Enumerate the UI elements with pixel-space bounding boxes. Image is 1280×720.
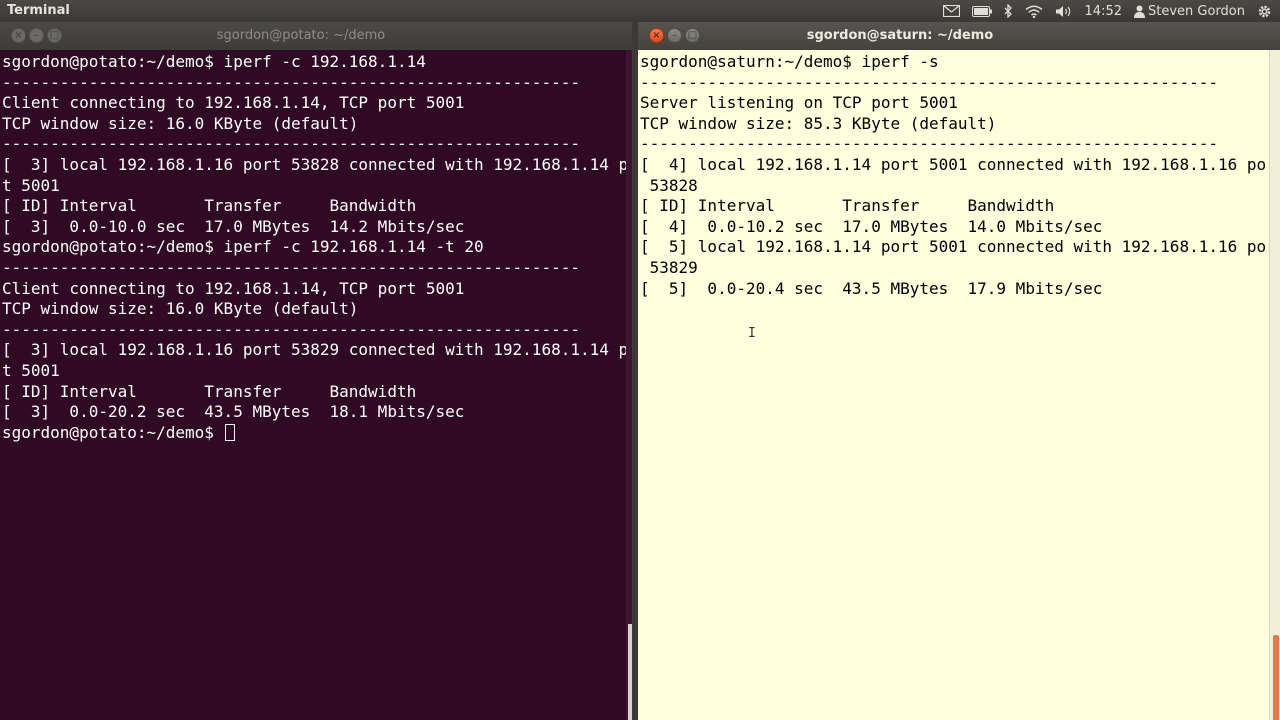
terminal-line: ----------------------------------------… [640,72,1218,92]
user-menu[interactable]: Steven Gordon [1134,4,1245,19]
bluetooth-icon[interactable] [1004,4,1013,18]
window-title: sgordon@potato: ~/demo [216,28,386,43]
scrollbar[interactable] [1269,50,1280,720]
terminal-line: [ ID] Interval Transfer Bandwidth [2,381,417,401]
terminal-window-saturn[interactable]: × – □ sgordon@saturn: ~/demo sgordon@sat… [638,22,1280,720]
terminal-line: ----------------------------------------… [2,72,580,92]
scrollbar-thumb[interactable] [1273,635,1279,720]
terminal-line: sgordon@potato:~/demo$ iperf -c 192.168.… [2,237,484,257]
terminal-line: [ 3] local 192.168.1.16 port 53829 conne… [2,340,632,360]
terminal-line: ----------------------------------------… [2,257,580,277]
wifi-icon[interactable] [1025,5,1043,18]
terminal-line: ----------------------------------------… [2,134,580,154]
terminal-line: 53829 [640,257,698,277]
gear-icon[interactable] [1257,4,1272,19]
terminal-line: ----------------------------------------… [2,319,580,339]
terminal-line: sgordon@saturn:~/demo$ iperf -s [640,52,939,71]
terminal-line: sgordon@potato:~/demo$ iperf -c 192.168.… [2,52,426,71]
terminal-line: [ 3] local 192.168.1.16 port 53828 conne… [2,154,632,174]
window-title: sgordon@saturn: ~/demo [806,28,994,43]
terminal-line: [ ID] Interval Transfer Bandwidth [2,196,417,216]
window-titlebar[interactable]: × – □ sgordon@saturn: ~/demo [638,22,1280,50]
terminal-line: 53828 [640,175,698,195]
top-panel: Terminal 14:52 Steven Gordon [0,0,1280,22]
terminal-line: [ ID] Interval Transfer Bandwidth [640,196,1055,216]
user-icon [1134,5,1145,18]
app-name: Terminal [7,3,70,18]
terminal-line: [ 3] 0.0-20.2 sec 43.5 MBytes 18.1 Mbits… [2,402,465,422]
terminal-line: [ 5] local 192.168.1.14 port 5001 connec… [640,237,1280,257]
indicator-area: 14:52 Steven Gordon [942,0,1272,22]
terminal-line: TCP window size: 16.0 KByte (default) [2,113,359,133]
shell-prompt: sgordon@potato:~/demo$ [2,422,224,442]
mail-icon[interactable] [942,5,960,17]
ibeam-cursor-icon: I [748,326,756,341]
terminal-line: [ 3] 0.0-10.0 sec 17.0 MBytes 14.2 Mbits… [2,216,465,236]
terminal-line: TCP window size: 85.3 KByte (default) [640,113,997,133]
terminal-line: Client connecting to 192.168.1.14, TCP p… [2,278,465,298]
terminal-line: t 5001 [2,360,60,380]
terminal-output[interactable]: sgordon@saturn:~/demo$ iperf -s --------… [638,50,1280,720]
terminal-line: TCP window size: 16.0 KByte (default) [2,299,359,319]
battery-icon[interactable] [971,5,992,17]
terminal-window-potato[interactable]: × – □ sgordon@potato: ~/demo sgordon@pot… [0,22,632,720]
terminal-line: Client connecting to 192.168.1.14, TCP p… [2,93,465,113]
clock[interactable]: 14:52 [1085,4,1122,19]
window-titlebar[interactable]: × – □ sgordon@potato: ~/demo [0,22,632,50]
terminal-line: [ 4] 0.0-10.2 sec 17.0 MBytes 14.0 Mbits… [640,216,1103,236]
terminal-line: Server listening on TCP port 5001 [640,93,958,113]
terminal-line: t 5001 [2,175,60,195]
terminal-line: [ 4] local 192.168.1.14 port 5001 connec… [640,154,1280,174]
volume-icon[interactable] [1055,5,1073,18]
terminal-output[interactable]: sgordon@potato:~/demo$ iperf -c 192.168.… [0,50,632,720]
text-cursor [224,423,235,441]
prompt-line[interactable]: sgordon@potato:~/demo$ [2,423,632,444]
terminal-line: [ 5] 0.0-20.4 sec 43.5 MBytes 17.9 Mbits… [640,278,1103,298]
user-name: Steven Gordon [1148,3,1245,19]
terminal-line: ----------------------------------------… [640,134,1218,154]
